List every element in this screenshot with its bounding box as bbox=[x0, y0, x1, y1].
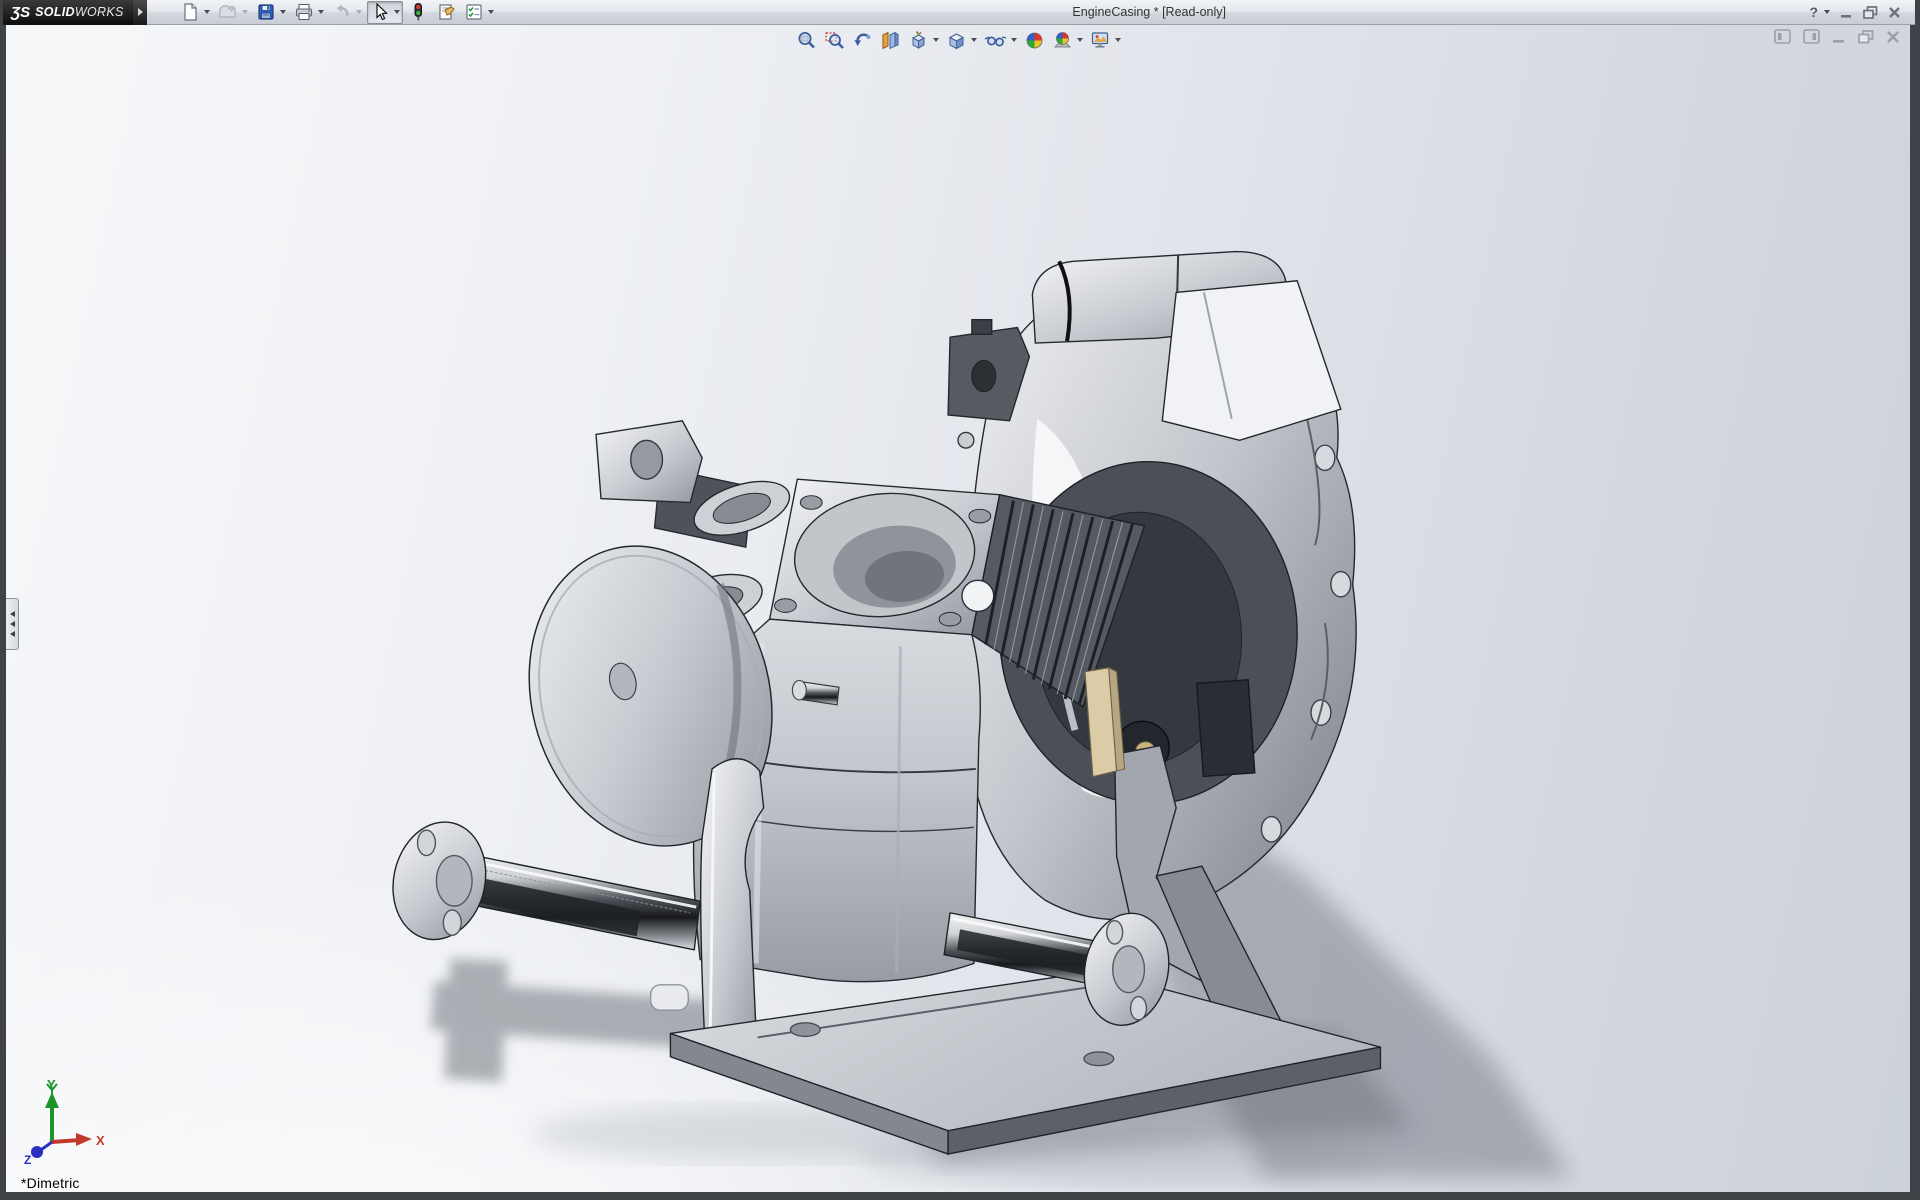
solidworks-logo-glyph: ƷS bbox=[11, 3, 31, 21]
close-document-button[interactable] bbox=[1886, 30, 1900, 44]
apply-scene-button[interactable] bbox=[1049, 28, 1086, 52]
engine-casing-3d-model[interactable] bbox=[6, 25, 1910, 1192]
featuremanager-pane-left-button[interactable] bbox=[1774, 29, 1791, 44]
restore-window-button[interactable] bbox=[1863, 5, 1878, 19]
print-button[interactable] bbox=[291, 1, 327, 24]
graphics-viewport[interactable]: X Y Z *Dimetric bbox=[6, 25, 1910, 1192]
featuremanager-pane-right-button[interactable] bbox=[1803, 29, 1820, 44]
app-window: ƷS SOLID WORKS EngineCasing * [Read-only… bbox=[0, 0, 1920, 1200]
display-style-caret[interactable] bbox=[970, 38, 977, 42]
new-dropdown-caret[interactable] bbox=[204, 10, 210, 14]
minimize-window-button[interactable] bbox=[1840, 6, 1853, 19]
triad-z-label: Z bbox=[24, 1153, 31, 1166]
edit-appearance-button[interactable] bbox=[1021, 28, 1048, 52]
open-dropdown-caret[interactable] bbox=[242, 10, 248, 14]
view-orientation-button[interactable] bbox=[905, 28, 942, 52]
zoom-to-fit-icon bbox=[798, 31, 815, 48]
select-button[interactable] bbox=[367, 0, 403, 24]
file-properties-icon bbox=[439, 4, 455, 20]
rebuild-stoplight-icon bbox=[414, 3, 422, 21]
section-view-icon bbox=[882, 31, 898, 49]
open-button[interactable] bbox=[215, 1, 251, 24]
view-settings-icon bbox=[1091, 31, 1108, 48]
edit-appearance-icon bbox=[1026, 32, 1042, 48]
open-folder-icon bbox=[219, 5, 236, 18]
view-orientation-icon bbox=[911, 30, 925, 49]
expand-left-arrow-icon bbox=[9, 621, 15, 627]
apply-scene-caret[interactable] bbox=[1076, 38, 1083, 42]
options-button[interactable] bbox=[461, 1, 497, 24]
triad-y-label: Y bbox=[47, 1078, 56, 1092]
zoom-to-fit-button[interactable] bbox=[793, 28, 820, 52]
heads-up-view-toolbar bbox=[6, 28, 1910, 52]
select-dropdown-caret[interactable] bbox=[394, 10, 400, 14]
help-button[interactable]: ? bbox=[1809, 4, 1818, 20]
file-properties-button[interactable] bbox=[433, 1, 459, 24]
hide-show-items-icon bbox=[984, 35, 1006, 46]
section-view-button[interactable] bbox=[877, 28, 904, 52]
solidworks-logo-light: WORKS bbox=[74, 5, 124, 19]
help-dropdown-caret[interactable] bbox=[1824, 10, 1830, 14]
restore-document-button[interactable] bbox=[1858, 29, 1874, 44]
options-dropdown-caret[interactable] bbox=[488, 10, 494, 14]
new-document-icon bbox=[184, 3, 197, 21]
document-window-controls bbox=[1774, 29, 1900, 44]
hide-show-items-caret[interactable] bbox=[1010, 38, 1017, 42]
undo-dropdown-caret[interactable] bbox=[356, 10, 362, 14]
view-orientation-caret[interactable] bbox=[932, 38, 939, 42]
view-settings-caret[interactable] bbox=[1114, 38, 1121, 42]
previous-view-button[interactable] bbox=[849, 28, 876, 52]
triad-x-label: X bbox=[96, 1133, 104, 1148]
options-checklist-icon bbox=[466, 4, 482, 20]
solidworks-logo: ƷS SOLID WORKS bbox=[3, 0, 133, 25]
print-dropdown-caret[interactable] bbox=[318, 10, 324, 14]
rebuild-button[interactable] bbox=[405, 1, 431, 24]
title-bar: ƷS SOLID WORKS EngineCasing * [Read-only… bbox=[3, 0, 1915, 25]
zoom-to-area-button[interactable] bbox=[821, 28, 848, 52]
undo-button[interactable] bbox=[329, 1, 365, 24]
view-settings-button[interactable] bbox=[1087, 28, 1124, 52]
featuremanager-collapsed-tab[interactable] bbox=[6, 598, 19, 650]
hide-show-items-button[interactable] bbox=[981, 28, 1020, 52]
menu-expand-button[interactable] bbox=[133, 0, 147, 25]
save-floppy-icon bbox=[258, 4, 274, 20]
carb-flange[interactable] bbox=[768, 478, 1001, 636]
display-style-button[interactable] bbox=[943, 28, 980, 52]
document-title: EngineCasing * [Read-only] bbox=[1072, 5, 1226, 19]
quick-access-toolbar bbox=[177, 0, 497, 24]
orientation-triad: X Y Z bbox=[24, 1078, 104, 1166]
display-style-icon bbox=[948, 32, 964, 49]
minimize-document-button[interactable] bbox=[1832, 30, 1846, 44]
select-cursor-icon bbox=[376, 2, 388, 21]
expand-left-arrow-icon bbox=[9, 611, 15, 617]
undo-icon bbox=[336, 4, 349, 17]
save-button[interactable] bbox=[253, 1, 289, 24]
save-dropdown-caret[interactable] bbox=[280, 10, 286, 14]
menu-expand-icon bbox=[137, 8, 143, 16]
window-controls: ? bbox=[1801, 4, 1915, 20]
solidworks-logo-bold: SOLID bbox=[35, 5, 75, 19]
new-button[interactable] bbox=[177, 1, 213, 24]
apply-scene-icon bbox=[1053, 31, 1071, 47]
view-orientation-label: *Dimetric bbox=[21, 1175, 80, 1191]
close-window-button[interactable] bbox=[1888, 6, 1901, 19]
expand-left-arrow-icon bbox=[9, 631, 15, 637]
zoom-to-area-icon bbox=[824, 31, 844, 49]
print-icon bbox=[295, 3, 313, 21]
previous-view-icon bbox=[854, 33, 870, 46]
